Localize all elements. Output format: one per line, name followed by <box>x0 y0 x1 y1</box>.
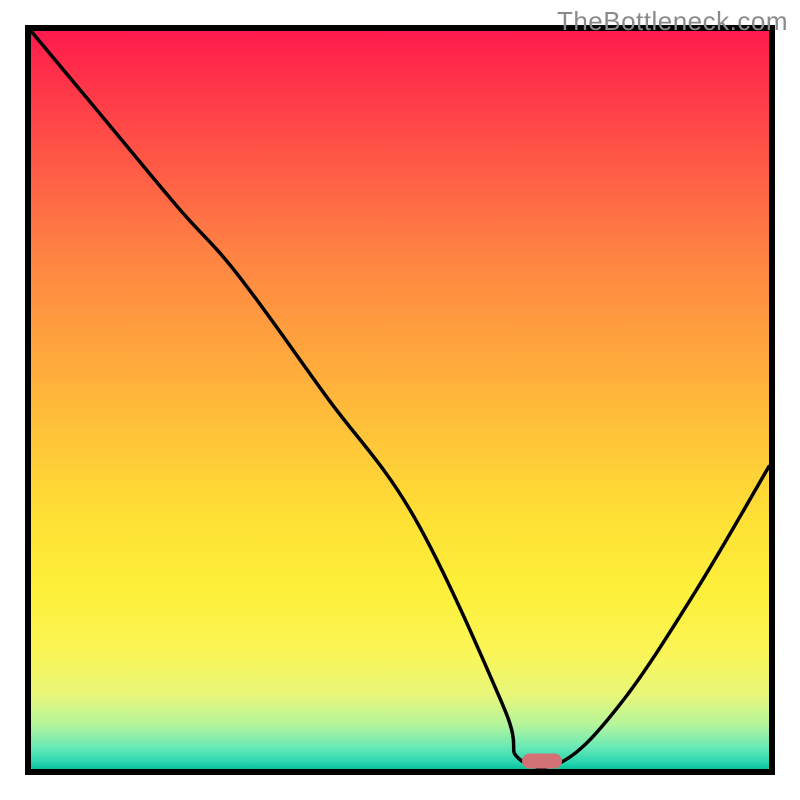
chart-container: TheBottleneck.com <box>0 0 800 800</box>
watermark-text: TheBottleneck.com <box>557 6 788 37</box>
optimal-marker <box>522 753 562 768</box>
bottleneck-curve <box>31 31 769 769</box>
